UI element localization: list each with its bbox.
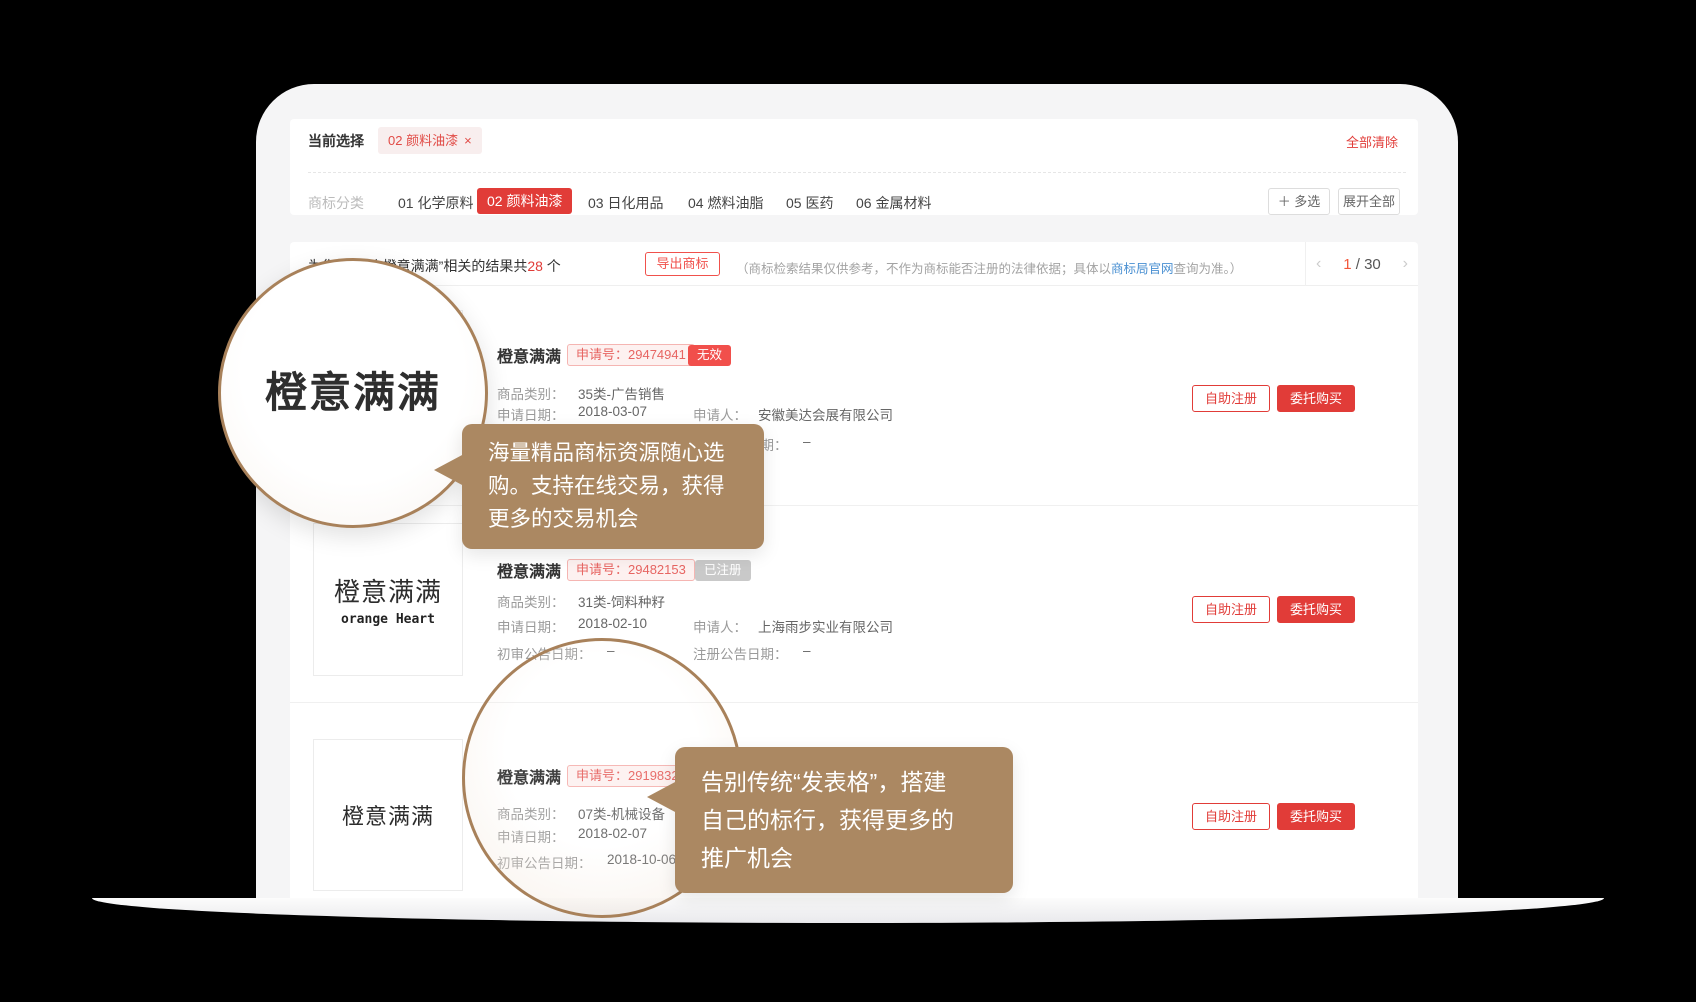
category-item-02-selected[interactable]: 02 颜料油漆 <box>477 188 572 214</box>
category-item-05[interactable]: 05 医药 <box>786 193 833 213</box>
current-selection-label: 当前选择 <box>308 131 364 151</box>
entrust-buy-button[interactable]: 委托购买 <box>1277 803 1355 830</box>
category-item-01[interactable]: 01 化学原料 <box>398 193 473 213</box>
multi-select-button[interactable]: ＋ 多选 <box>1268 188 1330 215</box>
summary-suffix: 个 <box>543 258 561 274</box>
apply-date-value: 2018-03-07 <box>578 404 647 419</box>
filter-panel: 当前选择 02 颜料油漆 × 全部清除 商标分类 01 化学原料 02 颜料油漆 … <box>290 119 1418 215</box>
trademark-name[interactable]: 橙意满满 <box>497 343 561 367</box>
applicant-label: 申请人： <box>693 404 747 424</box>
next-page-icon[interactable]: › <box>1403 255 1408 273</box>
current-page: 1 <box>1343 256 1351 273</box>
category-group-label: 商标分类 <box>308 193 364 213</box>
trademark-office-link[interactable]: 商标局官网 <box>1111 262 1174 276</box>
status-badge: 无效 <box>688 345 731 366</box>
page-separator: / <box>1352 256 1365 273</box>
disclaimer-text: （商标检索结果仅供参考，不作为商标能否注册的法律依据；具体以商标局官网查询为准。… <box>736 258 1242 277</box>
selected-filter-tag-label: 02 颜料油漆 <box>388 133 458 148</box>
applicant-value: 上海雨步实业有限公司 <box>758 616 893 636</box>
callout-arrow-icon <box>647 781 677 813</box>
trademark-image-text: 橙意满满 <box>334 572 442 609</box>
magnifier-circle-trademark: 橙意满满 <box>218 258 488 528</box>
laptop-base <box>92 898 1604 923</box>
reg-notice-value: – <box>803 434 811 449</box>
self-register-button[interactable]: 自助注册 <box>1192 803 1270 830</box>
category-label: 商品类别： <box>497 383 565 403</box>
selected-filter-tag[interactable]: 02 颜料油漆 × <box>378 127 482 154</box>
export-trademark-button[interactable]: 导出商标 <box>645 252 720 276</box>
page-indicator: 1 / 30 <box>1306 256 1418 273</box>
self-register-button[interactable]: 自助注册 <box>1192 385 1270 412</box>
trademark-image-subtext: orange Heart <box>341 612 435 627</box>
apply-date-value: 2018-02-10 <box>578 616 647 631</box>
category-label: 商品类别： <box>497 591 565 611</box>
results-header: 为您检索到“橙意满满”相关的结果共28 个 导出商标 （商标检索结果仅供参考，不… <box>290 242 1418 286</box>
category-value: 31类-饲料种籽 <box>578 591 665 611</box>
apply-date-label: 申请日期： <box>497 616 565 636</box>
pagination: ‹ 1 / 30 › <box>1305 242 1418 286</box>
app-no-value: 29482153 <box>628 562 686 577</box>
reg-notice-label: 注册公告日期： <box>693 643 788 663</box>
callout-line: 更多的交易机会 <box>488 503 744 536</box>
application-number-tag: 申请号：29474941 <box>567 344 695 366</box>
entrust-buy-button[interactable]: 委托购买 <box>1277 596 1355 623</box>
category-item-06[interactable]: 06 金属材料 <box>856 193 931 213</box>
app-no-value: 29474941 <box>628 347 686 362</box>
callout-line: 告别传统“发表格”，搭建 <box>701 763 993 801</box>
app-no-label: 申请号： <box>576 562 628 577</box>
page: 当前选择 02 颜料油漆 × 全部清除 商标分类 01 化学原料 02 颜料油漆 … <box>0 0 1696 1002</box>
application-number-tag: 申请号：29482153 <box>567 559 695 581</box>
callout-line: 自己的标行，获得更多的 <box>701 801 993 839</box>
callout-line: 购。支持在线交易，获得 <box>488 470 744 503</box>
clear-all-button[interactable]: 全部清除 <box>1346 132 1398 151</box>
category-item-03[interactable]: 03 日化用品 <box>588 193 663 213</box>
applicant-label: 申请人： <box>693 616 747 636</box>
self-register-button[interactable]: 自助注册 <box>1192 596 1270 623</box>
entrust-buy-button[interactable]: 委托购买 <box>1277 385 1355 412</box>
trademark-row-2: 橙意满满 orange Heart 橙意满满 申请号：29482153 已注册 … <box>290 505 1418 702</box>
reg-notice-value: – <box>803 643 811 658</box>
total-pages: 30 <box>1364 256 1381 273</box>
apply-date-label: 申请日期： <box>497 404 565 424</box>
callout-line: 海量精品商标资源随心选 <box>488 437 744 470</box>
callout-arrow-icon <box>434 454 464 486</box>
category-item-04[interactable]: 04 燃料油脂 <box>688 193 763 213</box>
divider <box>308 172 1406 173</box>
trademark-image[interactable]: 橙意满满 <box>313 739 463 891</box>
close-icon[interactable]: × <box>464 133 472 148</box>
trademark-name[interactable]: 橙意满满 <box>497 558 561 582</box>
trademark-image-text: 橙意满满 <box>342 799 434 831</box>
expand-all-button[interactable]: 展开全部 <box>1338 188 1400 215</box>
disclaimer-pre: （商标检索结果仅供参考，不作为商标能否注册的法律依据；具体以 <box>736 262 1111 276</box>
applicant-value: 安徽美达会展有限公司 <box>758 404 893 424</box>
callout-promotion: 告别传统“发表格”，搭建 自己的标行，获得更多的 推广机会 <box>675 747 1013 893</box>
magnified-trademark-text: 橙意满满 <box>265 359 441 420</box>
trademark-image[interactable]: 橙意满满 orange Heart <box>313 523 463 676</box>
status-badge: 已注册 <box>695 560 751 581</box>
results-count: 28 <box>527 258 543 274</box>
disclaimer-post: 查询为准。） <box>1174 262 1243 276</box>
callout-line: 推广机会 <box>701 839 993 877</box>
app-no-label: 申请号： <box>576 347 628 362</box>
category-value: 35类-广告销售 <box>578 383 665 403</box>
callout-marketplace: 海量精品商标资源随心选 购。支持在线交易，获得 更多的交易机会 <box>462 424 764 549</box>
